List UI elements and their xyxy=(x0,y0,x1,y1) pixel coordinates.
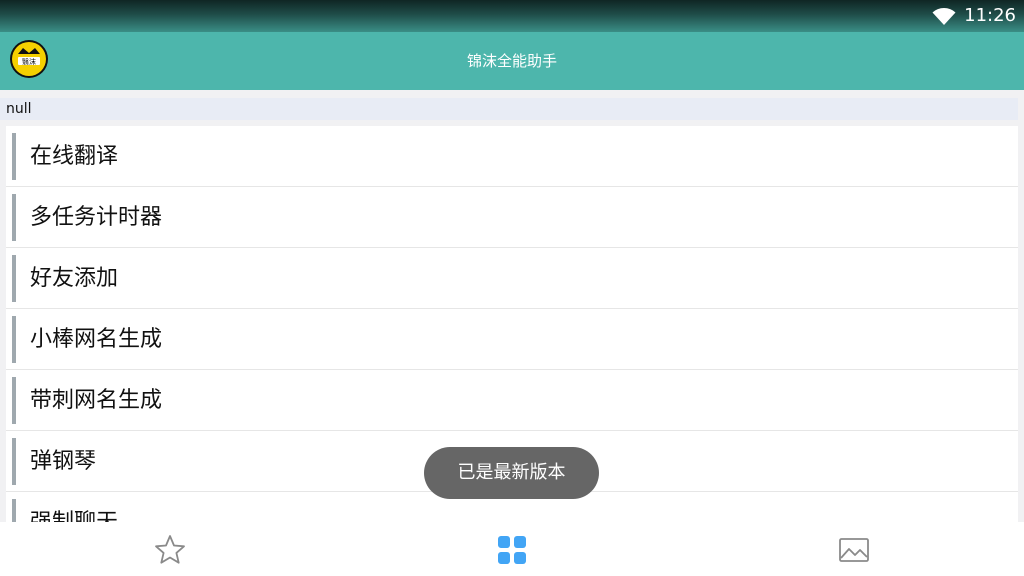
nav-favorites-button[interactable] xyxy=(152,532,188,568)
list-item-nickname-generator-1[interactable]: 小棒网名生成 xyxy=(6,309,1018,370)
item-accent-bar xyxy=(12,316,16,363)
list-item-label: 多任务计时器 xyxy=(30,205,163,230)
status-right: 11:26 xyxy=(932,4,1016,28)
status-bar: 11:26 xyxy=(0,0,1024,32)
item-accent-bar xyxy=(12,194,16,241)
status-time: 11:26 xyxy=(964,5,1016,26)
item-accent-bar xyxy=(12,255,16,302)
subheader: null xyxy=(0,98,1018,120)
list-item-label: 带刺网名生成 xyxy=(30,388,163,413)
list-item-label: 好友添加 xyxy=(30,266,119,291)
grid-apps-icon xyxy=(498,536,526,564)
nav-gallery-button[interactable] xyxy=(836,532,872,568)
nav-apps-button[interactable] xyxy=(494,532,530,568)
screen: 11:26 翳沫 锦沫全能助手 null 在线翻译 多任务计时器 好友添加 小棒… xyxy=(0,0,1024,576)
item-accent-bar xyxy=(12,499,16,522)
bottom-nav xyxy=(0,522,1024,576)
list-item-multi-timer[interactable]: 多任务计时器 xyxy=(6,187,1018,248)
list-item-nickname-generator-2[interactable]: 带刺网名生成 xyxy=(6,370,1018,431)
image-icon xyxy=(839,538,869,562)
toast-message: 已是最新版本 xyxy=(424,447,599,499)
list-item-label: 在线翻译 xyxy=(30,144,119,169)
wifi-icon xyxy=(932,8,956,25)
list-item-label: 小棒网名生成 xyxy=(30,327,163,352)
list-item-label: 弹钢琴 xyxy=(30,449,97,474)
item-accent-bar xyxy=(12,377,16,424)
star-outline-icon xyxy=(155,535,185,564)
list-item-add-friend[interactable]: 好友添加 xyxy=(6,248,1018,309)
list-item-label: 强制聊天 xyxy=(30,492,118,522)
app-title: 锦沫全能助手 xyxy=(466,52,557,70)
item-accent-bar xyxy=(12,438,16,485)
list-item-online-translate[interactable]: 在线翻译 xyxy=(6,126,1018,187)
item-accent-bar xyxy=(12,133,16,180)
app-bar: 翳沫 锦沫全能助手 xyxy=(0,32,1024,90)
